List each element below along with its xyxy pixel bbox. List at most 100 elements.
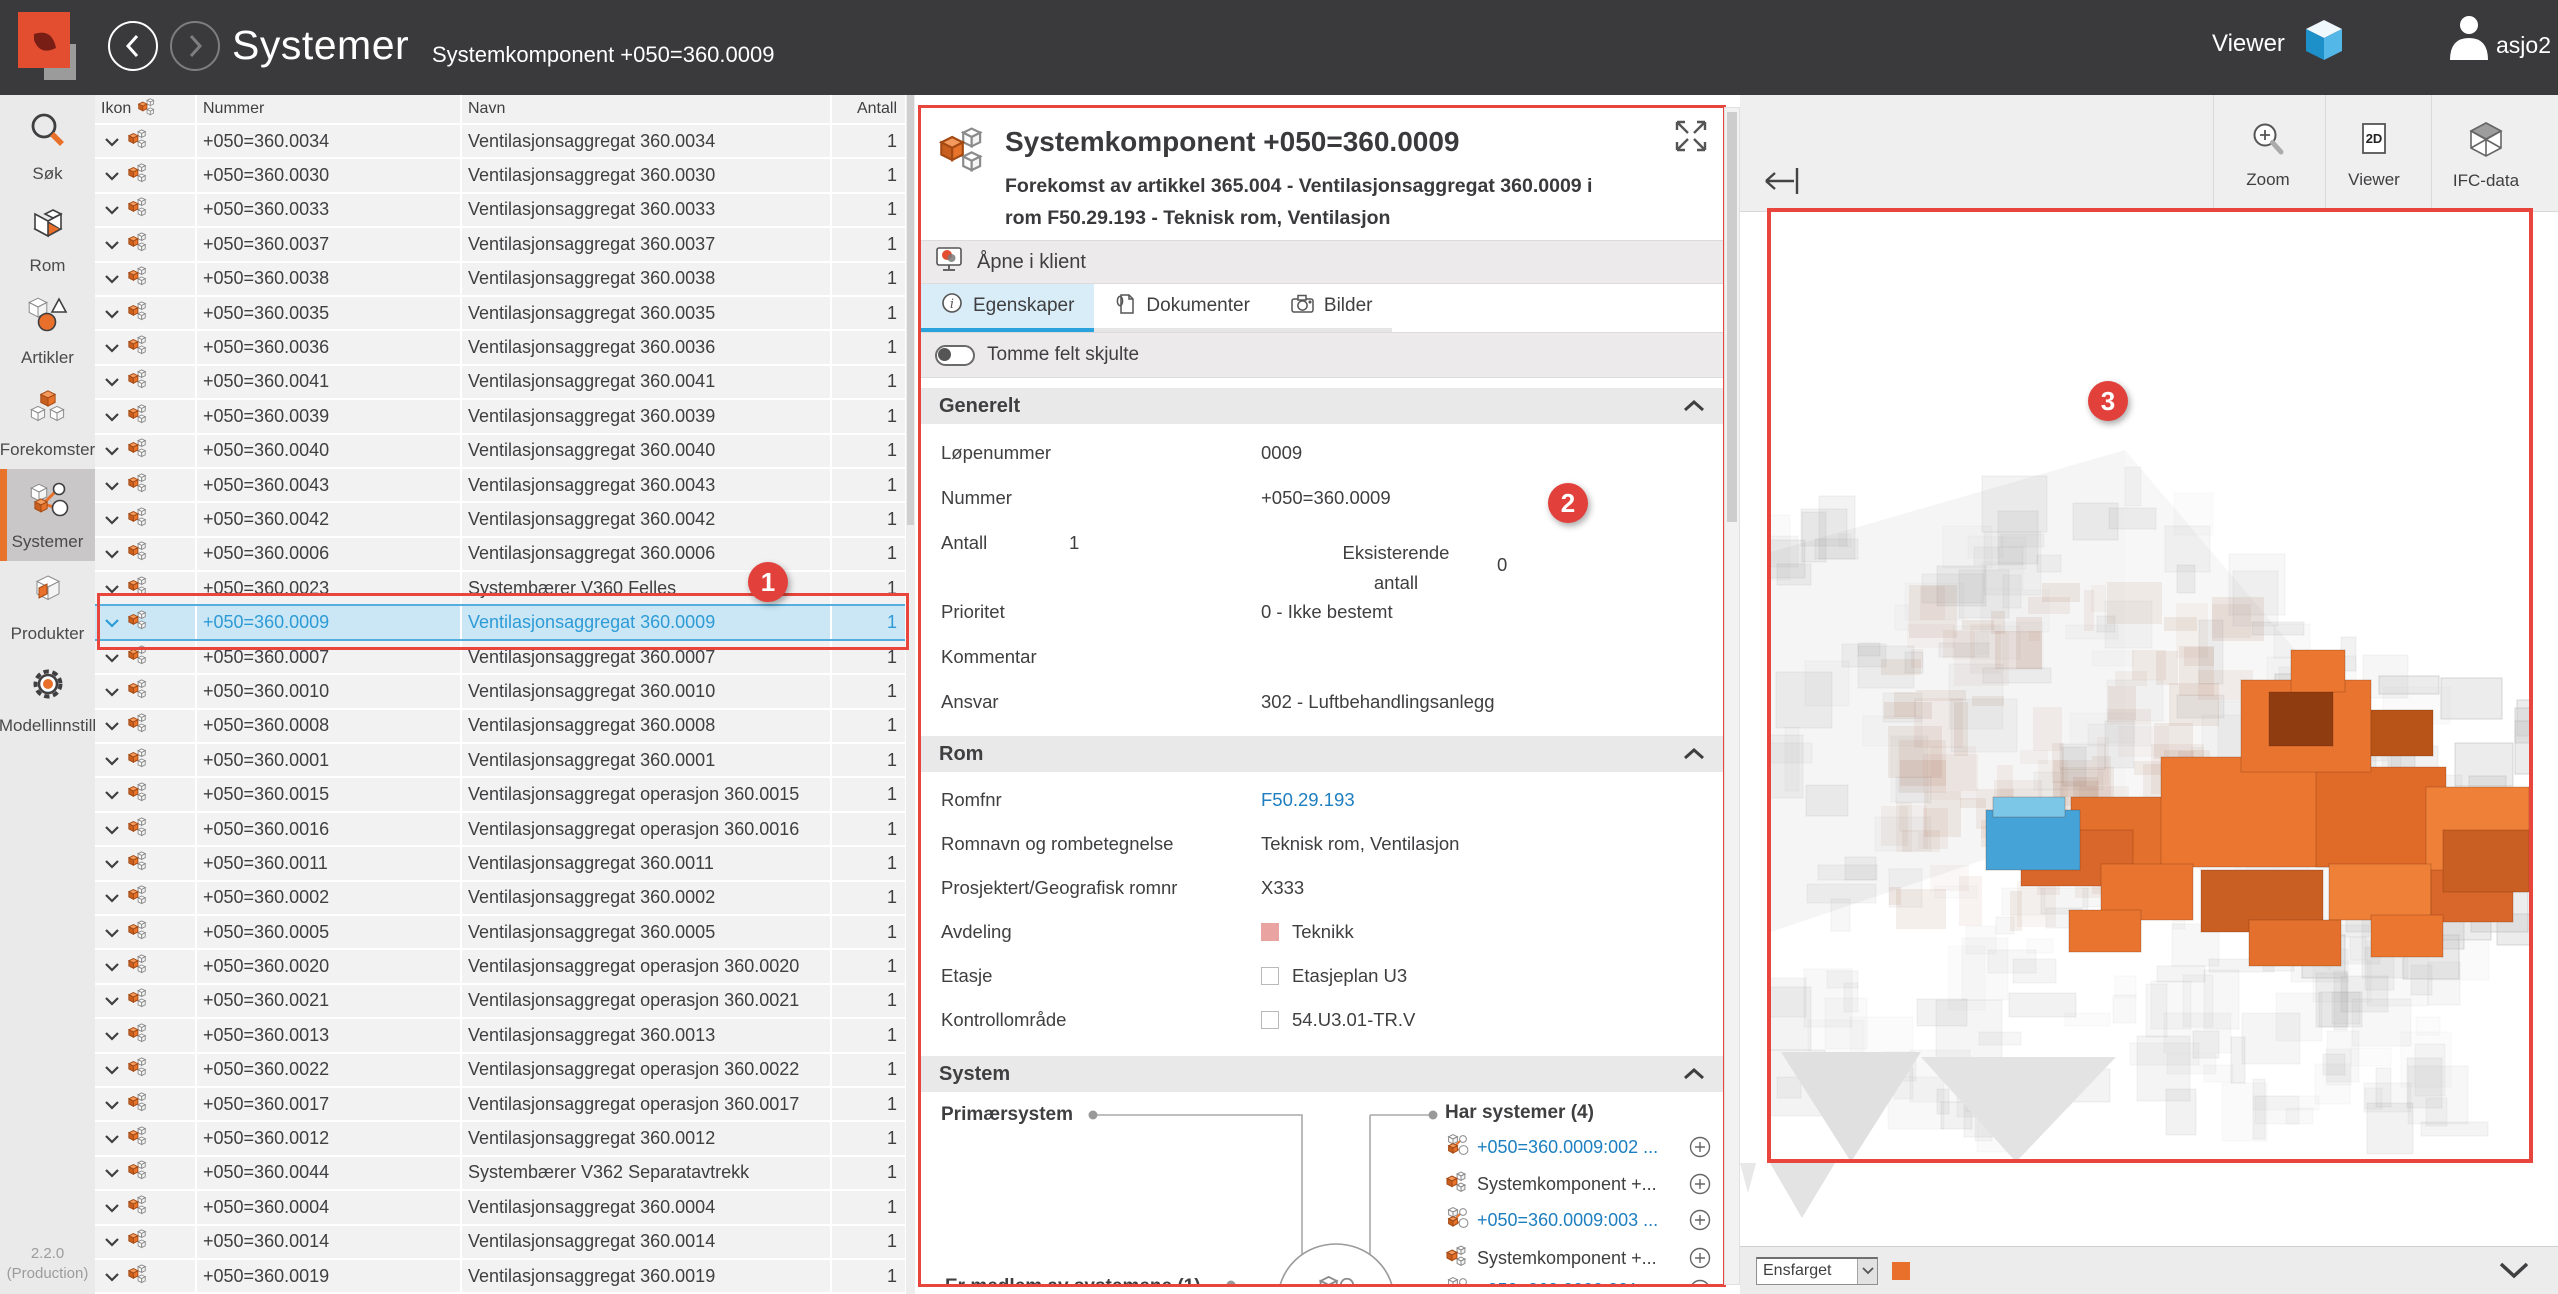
- table-row[interactable]: +050=360.0036Ventilasjonsaggregat 360.00…: [95, 331, 905, 363]
- table-row[interactable]: +050=360.0040Ventilasjonsaggregat 360.00…: [95, 435, 905, 467]
- sidebar-item-produkter[interactable]: Produkter: [0, 561, 95, 653]
- section-header-rom[interactable]: Rom: [921, 736, 1723, 772]
- table-row[interactable]: +050=360.0015Ventilasjonsaggregat operas…: [95, 778, 905, 810]
- add-icon[interactable]: [1689, 1279, 1711, 1287]
- room-number-link[interactable]: F50.29.193: [1261, 789, 1355, 811]
- chevron-down-icon[interactable]: [105, 1162, 119, 1183]
- app-logo-icon[interactable]: [18, 12, 78, 82]
- chevron-down-icon[interactable]: [105, 1128, 119, 1149]
- chevron-down-icon[interactable]: [105, 887, 119, 908]
- table-row[interactable]: +050=360.0005Ventilasjonsaggregat 360.00…: [95, 916, 905, 948]
- table-row[interactable]: +050=360.0034Ventilasjonsaggregat 360.00…: [95, 125, 905, 157]
- add-icon[interactable]: [1689, 1209, 1711, 1236]
- sidebar-item-rom[interactable]: Rom: [0, 193, 95, 285]
- table-row[interactable]: +050=360.0004Ventilasjonsaggregat 360.00…: [95, 1191, 905, 1223]
- table-row[interactable]: +050=360.0021Ventilasjonsaggregat operas…: [95, 985, 905, 1017]
- chevron-down-icon[interactable]: [105, 371, 119, 392]
- tab-egenskaper[interactable]: i Egenskaper: [921, 284, 1094, 332]
- chevron-down-icon[interactable]: [105, 1025, 119, 1046]
- sidebar-item-artikler[interactable]: Artikler: [0, 285, 95, 377]
- table-row[interactable]: +050=360.0043Ventilasjonsaggregat 360.00…: [95, 469, 905, 501]
- chevron-down-icon[interactable]: [105, 337, 119, 358]
- chevron-down-icon[interactable]: [105, 165, 119, 186]
- table-row[interactable]: +050=360.0007Ventilasjonsaggregat 360.00…: [95, 641, 905, 673]
- column-header-ikon[interactable]: Ikon: [95, 95, 197, 123]
- chevron-down-icon[interactable]: [105, 647, 119, 668]
- chevron-down-icon[interactable]: [105, 475, 119, 496]
- add-icon[interactable]: [1689, 1173, 1711, 1200]
- chevron-down-icon[interactable]: [105, 1059, 119, 1080]
- system-link[interactable]: +050=360.0009:001: [1477, 1280, 1638, 1288]
- system-link[interactable]: +050=360.0009:002 ...: [1477, 1137, 1658, 1158]
- table-scrollbar[interactable]: [906, 95, 915, 1294]
- table-row[interactable]: +050=360.0037Ventilasjonsaggregat 360.00…: [95, 228, 905, 260]
- section-header-system[interactable]: System: [921, 1056, 1723, 1092]
- table-row[interactable]: +050=360.0041Ventilasjonsaggregat 360.00…: [95, 366, 905, 398]
- table-row[interactable]: +050=360.0001Ventilasjonsaggregat 360.00…: [95, 744, 905, 776]
- sidebar-item-s-k[interactable]: Søk: [0, 101, 95, 193]
- user-avatar-icon[interactable]: [2445, 12, 2493, 69]
- chevron-down-icon[interactable]: [105, 922, 119, 943]
- table-row[interactable]: +050=360.0010Ventilasjonsaggregat 360.00…: [95, 675, 905, 707]
- table-row[interactable]: +050=360.0042Ventilasjonsaggregat 360.00…: [95, 503, 905, 535]
- 3d-model[interactable]: [1771, 212, 2529, 1159]
- add-icon[interactable]: [1689, 1136, 1711, 1163]
- table-row[interactable]: +050=360.0039Ventilasjonsaggregat 360.00…: [95, 400, 905, 432]
- column-header-navn[interactable]: Navn: [462, 95, 832, 123]
- sidebar-item-modellinnstill[interactable]: Modellinnstill: [0, 653, 95, 745]
- ifc-data-button[interactable]: IFC-data: [2434, 105, 2538, 205]
- open-in-client-button[interactable]: Åpne i klient: [921, 240, 1723, 284]
- table-row[interactable]: +050=360.0016Ventilasjonsaggregat operas…: [95, 813, 905, 845]
- chevron-down-icon[interactable]: [105, 990, 119, 1011]
- table-row[interactable]: +050=360.0038Ventilasjonsaggregat 360.00…: [95, 263, 905, 295]
- table-row[interactable]: +050=360.0006Ventilasjonsaggregat 360.00…: [95, 538, 905, 570]
- sidebar-item-systemer[interactable]: Systemer: [0, 469, 95, 561]
- chevron-down-icon[interactable]: [105, 819, 119, 840]
- table-row[interactable]: +050=360.0035Ventilasjonsaggregat 360.00…: [95, 297, 905, 329]
- back-button[interactable]: [108, 21, 158, 71]
- viewer-cube-icon[interactable]: [2298, 14, 2350, 71]
- table-row[interactable]: +050=360.0022Ventilasjonsaggregat operas…: [95, 1054, 905, 1086]
- table-row[interactable]: +050=360.0012Ventilasjonsaggregat 360.00…: [95, 1122, 905, 1154]
- detail-scrollbar[interactable]: [1724, 107, 1740, 1285]
- 2d-viewer-button[interactable]: 2D Viewer: [2322, 105, 2426, 205]
- chevron-down-icon[interactable]: [105, 578, 119, 599]
- chevron-down-icon[interactable]: [105, 199, 119, 220]
- chevron-down-icon[interactable]: [105, 956, 119, 977]
- table-row[interactable]: +050=360.0008Ventilasjonsaggregat 360.00…: [95, 710, 905, 742]
- chevron-down-icon[interactable]: [105, 1231, 119, 1252]
- table-row[interactable]: +050=360.0011Ventilasjonsaggregat 360.00…: [95, 847, 905, 879]
- chevron-down-icon[interactable]: [105, 406, 119, 427]
- table-row[interactable]: +050=360.0023Systembærer V360 Felles1: [95, 572, 905, 604]
- sidebar-item-forekomster[interactable]: Forekomster: [0, 377, 95, 469]
- chevron-down-icon[interactable]: [105, 784, 119, 805]
- collapse-panel-icon[interactable]: [1760, 159, 1804, 208]
- forward-button[interactable]: [170, 21, 220, 71]
- system-link[interactable]: +050=360.0009:003 ...: [1477, 1210, 1658, 1231]
- table-row[interactable]: +050=360.0030Ventilasjonsaggregat 360.00…: [95, 159, 905, 191]
- chevron-down-icon[interactable]: [105, 509, 119, 530]
- chevron-down-icon[interactable]: [105, 681, 119, 702]
- chevron-down-icon[interactable]: [2498, 1261, 2530, 1285]
- section-header-generelt[interactable]: Generelt: [921, 388, 1723, 424]
- chevron-down-icon[interactable]: [105, 543, 119, 564]
- table-row[interactable]: +050=360.0017Ventilasjonsaggregat operas…: [95, 1088, 905, 1120]
- table-row[interactable]: +050=360.0019Ventilasjonsaggregat 360.00…: [95, 1260, 905, 1292]
- chevron-down-icon[interactable]: [105, 612, 119, 633]
- table-row[interactable]: +050=360.0002Ventilasjonsaggregat 360.00…: [95, 882, 905, 914]
- table-row[interactable]: +050=360.0014Ventilasjonsaggregat 360.00…: [95, 1226, 905, 1258]
- table-row[interactable]: +050=360.0033Ventilasjonsaggregat 360.00…: [95, 194, 905, 226]
- chevron-down-icon[interactable]: [105, 131, 119, 152]
- chevron-down-icon[interactable]: [105, 1094, 119, 1115]
- column-header-antall[interactable]: Antall: [832, 95, 903, 123]
- chevron-down-icon[interactable]: [105, 1197, 119, 1218]
- add-icon[interactable]: [1689, 1247, 1711, 1274]
- table-row[interactable]: +050=360.0013Ventilasjonsaggregat 360.00…: [95, 1019, 905, 1051]
- empty-fields-toggle[interactable]: [935, 345, 975, 366]
- color-mode-select[interactable]: Ensfarget: [1756, 1257, 1878, 1285]
- table-row[interactable]: +050=360.0020Ventilasjonsaggregat operas…: [95, 950, 905, 982]
- expand-icon[interactable]: [1673, 118, 1709, 159]
- tab-bilder[interactable]: Bilder: [1270, 284, 1393, 332]
- tab-dokumenter[interactable]: Dokumenter: [1094, 284, 1270, 332]
- zoom-button[interactable]: Zoom: [2216, 105, 2320, 205]
